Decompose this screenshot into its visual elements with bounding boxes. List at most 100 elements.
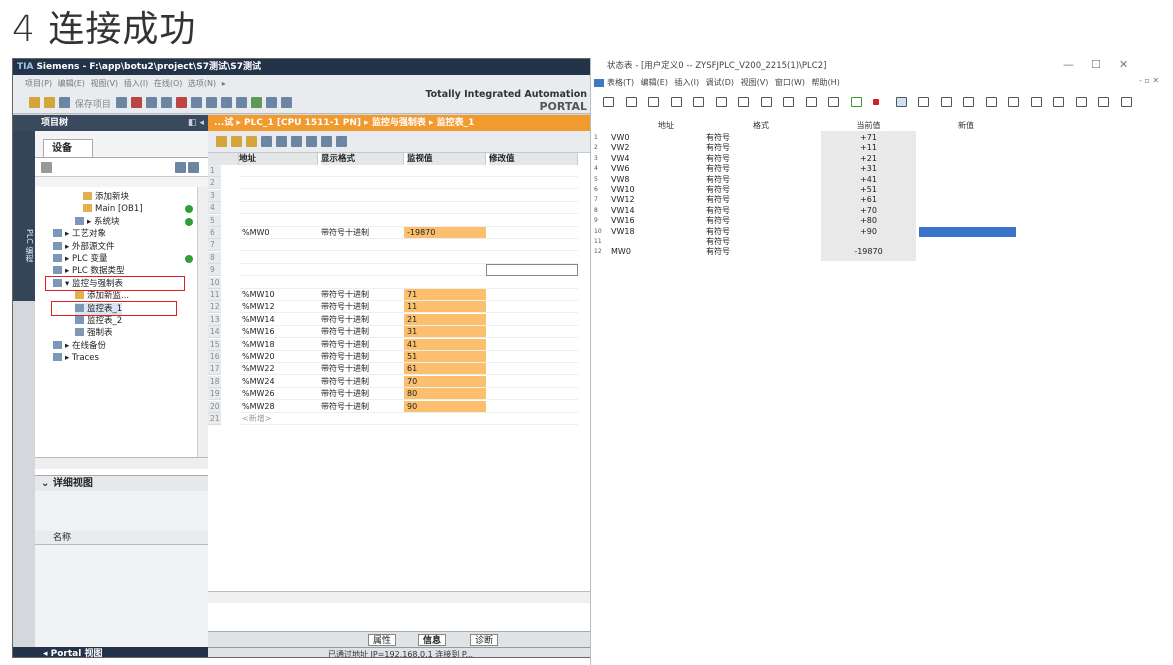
tree-vertical-scrollbar[interactable] [197, 187, 208, 457]
save-project-label[interactable]: 保存项目 [75, 97, 111, 110]
copy-icon[interactable] [145, 97, 157, 108]
cut-icon[interactable] [738, 97, 749, 107]
tree-item[interactable]: ▸ 工艺对象 [53, 228, 106, 240]
copy2-icon[interactable] [693, 97, 704, 107]
cell-modify[interactable] [486, 239, 578, 252]
status-cell-new-value[interactable] [919, 143, 1016, 153]
cell-addr[interactable]: %MW28 [239, 401, 318, 413]
status-cell-fmt[interactable]: 有符号 [706, 185, 816, 195]
tree-item[interactable]: ▸ 外部源文件 [53, 241, 114, 253]
add-row-icon[interactable] [231, 136, 242, 147]
cell-addr[interactable]: %MW26 [239, 388, 318, 401]
cell-addr[interactable]: %MW18 [239, 339, 318, 351]
status-cell-cur[interactable]: +51 [821, 185, 916, 195]
cell-addr[interactable]: %MW0 [239, 227, 318, 239]
cell-fmt[interactable] [318, 190, 404, 202]
cell-fmt[interactable]: 带符号十进制 [318, 314, 404, 326]
status-cell-cur[interactable]: +21 [821, 154, 916, 164]
cell-mon[interactable]: 41 [404, 338, 486, 351]
row-number[interactable]: 17 [208, 363, 221, 376]
cell-mon[interactable]: -19870 [404, 227, 486, 239]
go-offline-icon[interactable] [265, 97, 277, 108]
pencil-icon[interactable] [963, 97, 974, 107]
go-online-icon[interactable] [250, 97, 262, 108]
tab-diagnostics[interactable]: 诊断 [470, 634, 499, 646]
open-icon[interactable] [625, 97, 637, 107]
cell-fmt[interactable] [318, 177, 404, 190]
row-number[interactable]: 5 [208, 214, 221, 227]
row-number[interactable]: 2 [208, 177, 221, 190]
row-number[interactable]: 19 [208, 388, 221, 401]
tree-item[interactable]: ▸ Traces [53, 352, 99, 364]
cell-modify[interactable] [486, 227, 578, 239]
cell-modify[interactable] [486, 401, 578, 413]
cell-addr[interactable] [239, 215, 318, 227]
row-number[interactable]: 18 [208, 375, 221, 388]
force-icon[interactable] [291, 136, 302, 147]
cell-addr[interactable]: %MW10 [239, 289, 318, 301]
cell-modify[interactable] [486, 177, 578, 190]
table-icon[interactable] [918, 97, 929, 107]
row-number[interactable]: 3 [208, 189, 221, 202]
delete-icon[interactable] [175, 97, 187, 108]
settings-icon[interactable] [1120, 97, 1132, 107]
status-row-number[interactable]: 2 [594, 143, 598, 153]
row-number[interactable]: 16 [208, 351, 221, 363]
tree-item[interactable]: ▸ PLC 变量 [53, 253, 107, 265]
status-cell-new-value[interactable] [919, 133, 1016, 143]
undo-icon[interactable] [190, 97, 202, 108]
cell-addr[interactable]: %MW16 [239, 326, 318, 339]
status-chart-menu-bar[interactable]: 表格(T) 编辑(E) 插入(I) 调试(D) 视图(V) 窗口(W) 帮助(H… [591, 75, 1173, 90]
compile-icon[interactable] [220, 97, 232, 108]
print-icon[interactable] [115, 97, 127, 108]
cell-addr[interactable]: %MW12 [239, 301, 318, 314]
status-cell-fmt[interactable]: 有符号 [706, 143, 816, 153]
cell-modify[interactable] [486, 388, 578, 401]
cell-modify[interactable] [486, 252, 578, 264]
cell-mon[interactable] [404, 190, 486, 202]
status-cell-cur[interactable]: +71 [821, 133, 916, 143]
status-cell-fmt[interactable]: 有符号 [706, 195, 816, 205]
status-cell-addr[interactable]: VW16 [611, 216, 699, 226]
cell-addr[interactable]: %MW22 [239, 363, 318, 376]
list2-icon[interactable] [1098, 97, 1109, 107]
cell-fmt[interactable] [318, 215, 404, 227]
cell-modify[interactable] [486, 289, 578, 301]
cell-addr[interactable]: <新增> [239, 413, 318, 425]
status-cell-addr[interactable] [611, 237, 699, 247]
status-column-header[interactable]: 格式 [701, 120, 821, 133]
cell-mon[interactable]: 80 [404, 388, 486, 401]
cell-fmt[interactable]: 带符号十进制 [318, 227, 404, 239]
status-cell-addr[interactable]: VW2 [611, 143, 699, 153]
status-cell-fmt[interactable]: 有符号 [706, 247, 816, 257]
status-cell-new-value[interactable] [919, 185, 1016, 195]
status-cell-fmt[interactable]: 有符号 [706, 206, 816, 216]
undo-icon[interactable] [805, 97, 817, 107]
cell-modify[interactable] [486, 413, 578, 425]
tree-horizontal-scrollbar[interactable] [35, 457, 208, 469]
close-icon[interactable]: ✕ [1119, 58, 1128, 71]
unforce-icon[interactable] [306, 136, 317, 147]
status-cell-new-value[interactable] [919, 237, 1016, 247]
status-column-header[interactable]: 地址 [631, 120, 701, 133]
row-number[interactable]: 6 [208, 227, 221, 239]
cell-fmt[interactable] [318, 252, 404, 264]
status-cell-cur[interactable]: +31 [821, 164, 916, 174]
cell-mon[interactable] [404, 215, 486, 227]
status-cell-fmt[interactable]: 有符号 [706, 164, 816, 174]
cell-fmt[interactable] [318, 239, 404, 252]
preview-icon[interactable] [715, 97, 727, 107]
row-number[interactable]: 21 [208, 413, 221, 425]
cell-fmt[interactable]: 带符号十进制 [318, 339, 404, 351]
tree-options-icon[interactable] [41, 162, 52, 173]
status-row-number[interactable]: 12 [594, 247, 602, 257]
status-cell-cur[interactable] [821, 237, 916, 247]
cell-addr[interactable] [239, 190, 318, 202]
cell-modify[interactable] [486, 326, 578, 339]
cell-fmt[interactable]: 带符号十进制 [318, 388, 404, 401]
cell-addr[interactable] [239, 264, 318, 277]
cell-modify[interactable] [486, 376, 578, 388]
cell-addr[interactable]: %MW14 [239, 314, 318, 326]
save-icon[interactable] [648, 97, 659, 107]
column-header[interactable]: 修改值 [489, 153, 578, 165]
